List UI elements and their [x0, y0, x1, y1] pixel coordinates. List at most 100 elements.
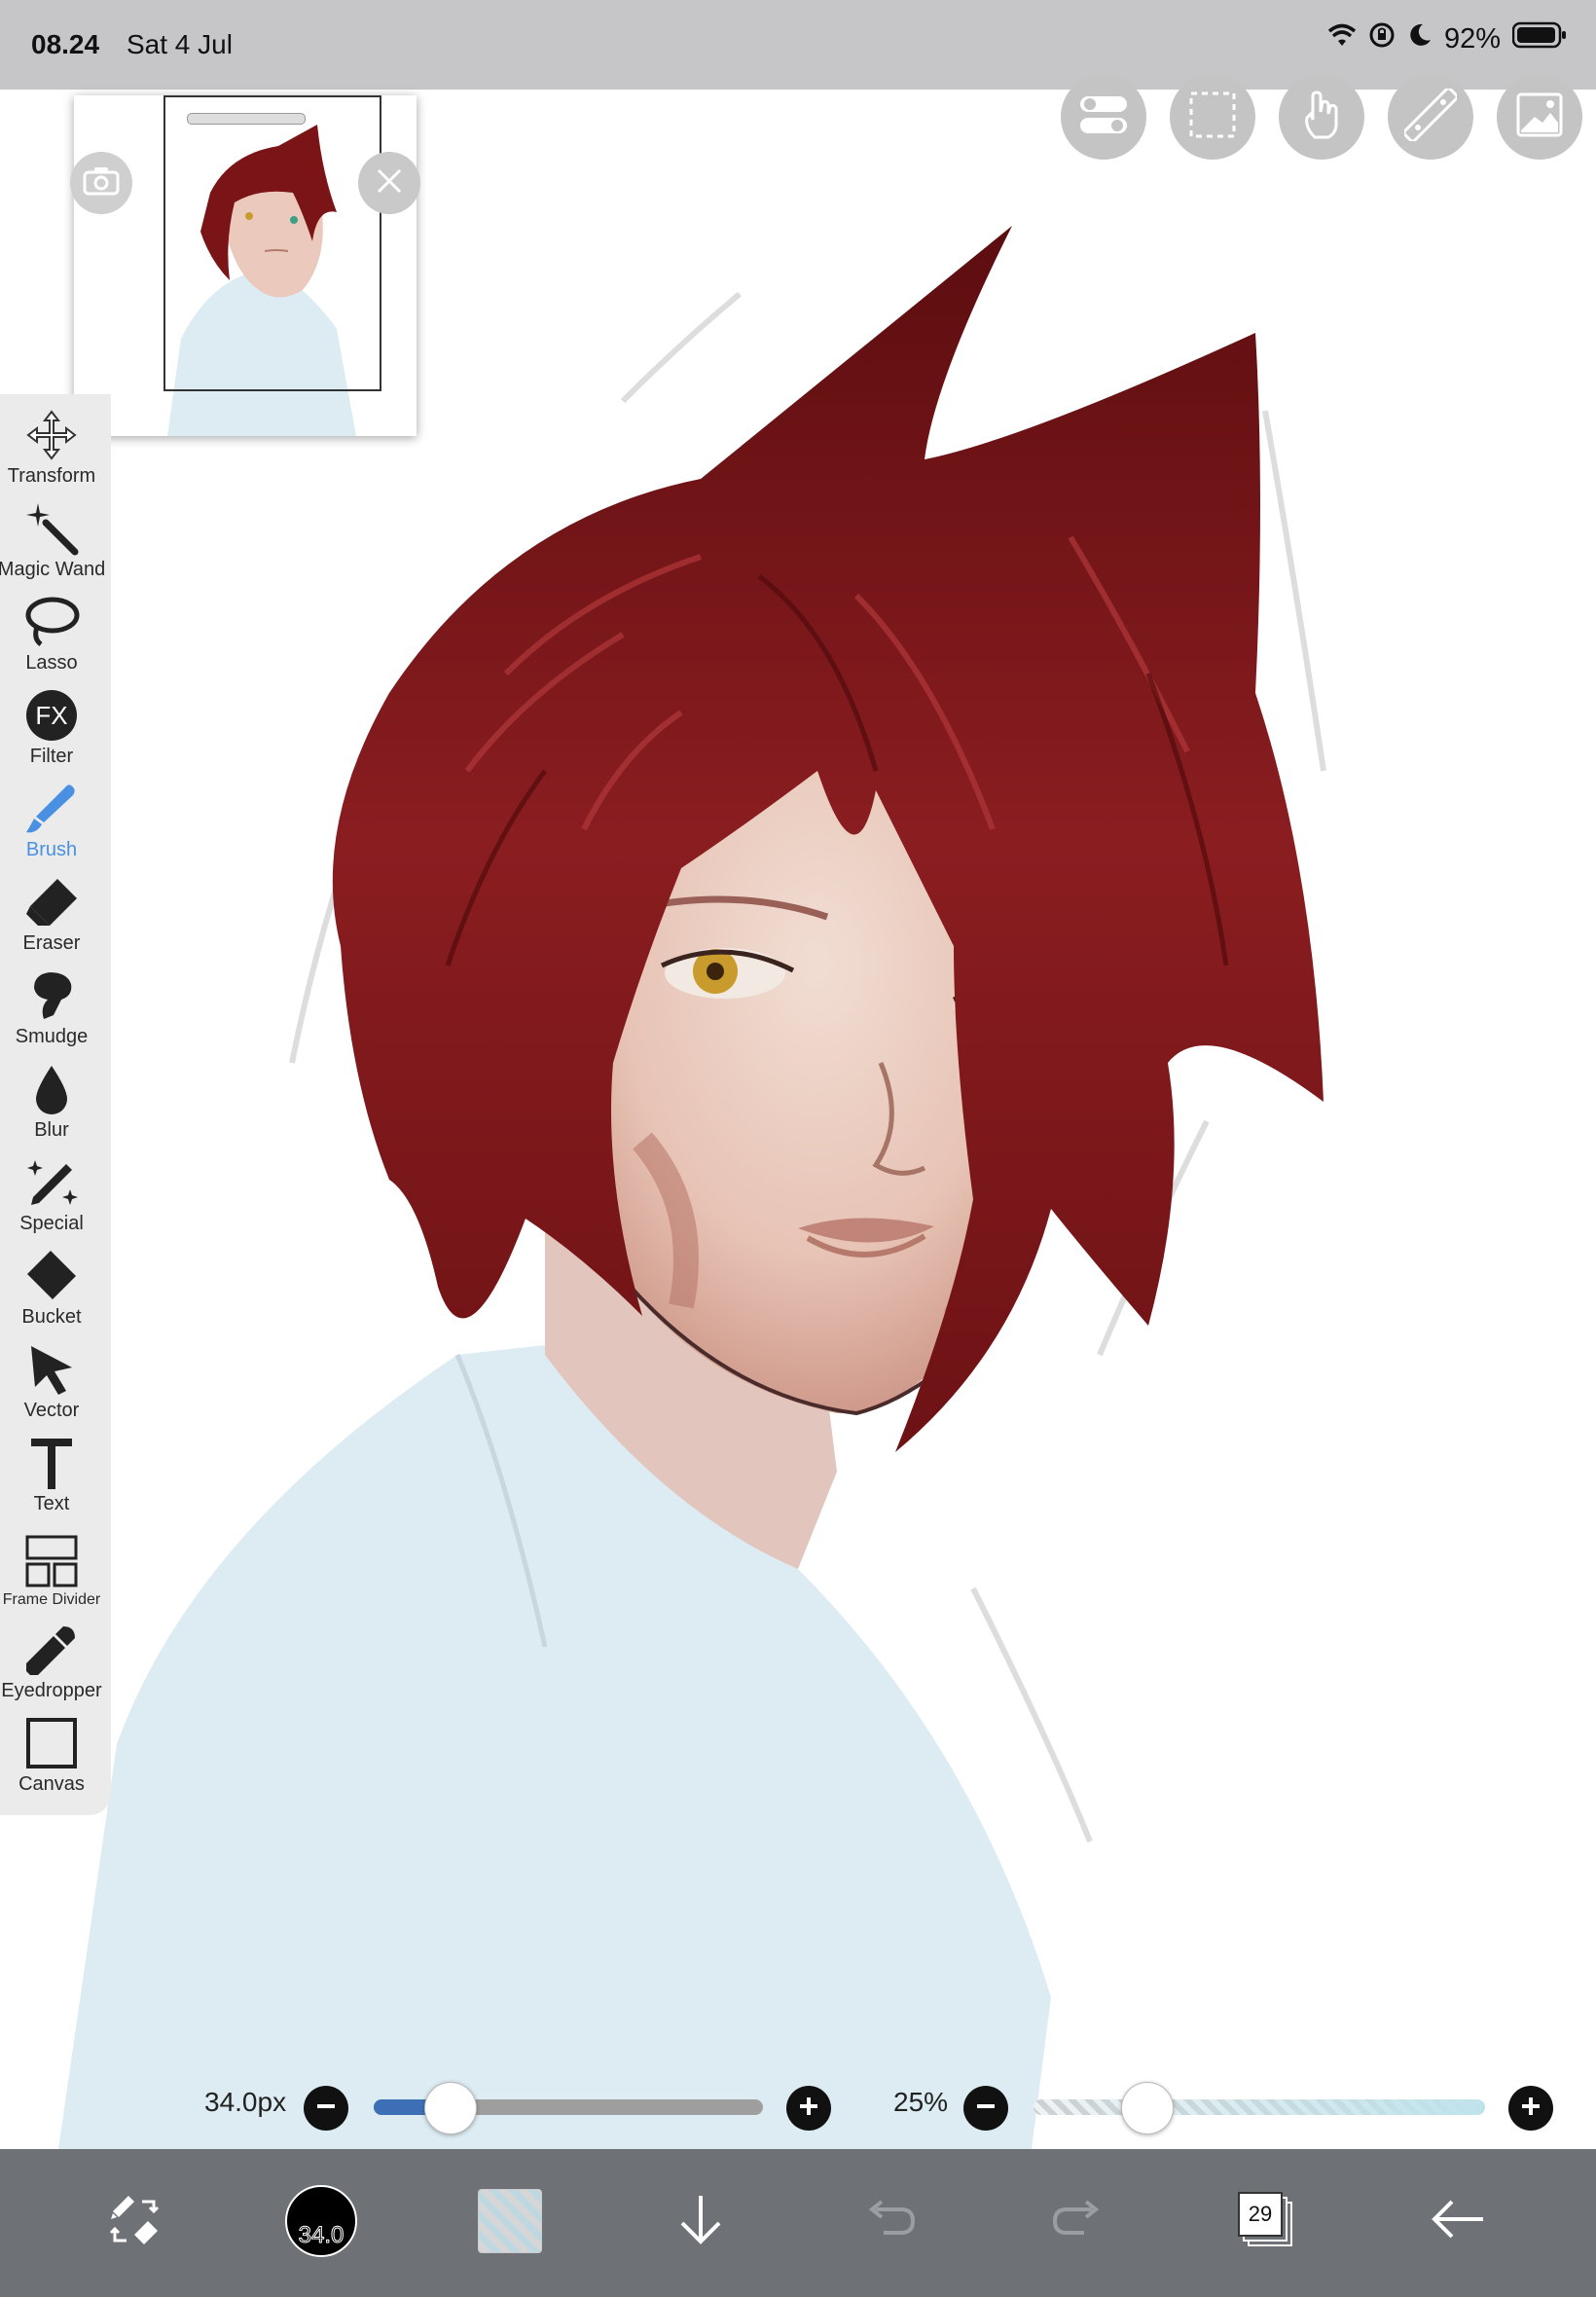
tool-smudge[interactable]: Smudge	[0, 955, 103, 1048]
tool-filter[interactable]: FX Filter	[0, 675, 103, 768]
minus-icon	[315, 2096, 337, 2122]
brush-size-decrease-button[interactable]	[304, 2086, 348, 2131]
tool-blur[interactable]: Blur	[0, 1048, 103, 1142]
tool-transform[interactable]: Transform	[0, 394, 103, 488]
minus-icon	[975, 2096, 997, 2122]
svg-text:FX: FX	[35, 701, 67, 730]
navigator-viewport-frame[interactable]	[163, 95, 381, 391]
toggle-settings-button[interactable]	[1061, 74, 1146, 160]
camera-icon	[83, 165, 120, 201]
selection-button[interactable]	[1170, 74, 1255, 160]
canvas-icon	[22, 1715, 81, 1771]
tool-label: Eyedropper	[1, 1680, 102, 1701]
dashed-selection-icon	[1188, 91, 1237, 144]
tool-frame-divider[interactable]: Frame Divider	[0, 1515, 103, 1609]
tool-special[interactable]: Special	[0, 1142, 103, 1235]
plus-icon	[798, 2096, 819, 2122]
opacity-slider[interactable]	[1034, 2099, 1485, 2115]
move-arrows-icon	[22, 407, 81, 463]
tool-label: Blur	[34, 1119, 69, 1141]
opacity-slider-gradient	[1034, 2099, 1485, 2115]
magic-wand-icon	[22, 500, 81, 557]
navigator-preview[interactable]	[70, 95, 420, 436]
tool-label: Bucket	[21, 1306, 82, 1328]
opacity-value: 25%	[893, 2087, 949, 2117]
arrow-down-icon	[676, 2192, 725, 2251]
status-time: 08.24	[31, 29, 100, 59]
navigator-drag-handle[interactable]	[187, 113, 306, 125]
opacity-slider-thumb[interactable]	[1121, 2082, 1174, 2134]
lasso-icon	[22, 594, 81, 650]
moon-icon	[1407, 22, 1433, 55]
image-icon	[1515, 91, 1564, 143]
undo-icon	[862, 2199, 917, 2243]
tool-eraser[interactable]: Eraser	[0, 861, 103, 955]
battery-icon	[1511, 21, 1567, 56]
brush-size-slider-thumb[interactable]	[424, 2082, 477, 2134]
tool-panel: Transform Magic Wand Lasso FX Filter Bru…	[0, 394, 111, 1815]
brush-material-button[interactable]	[461, 2172, 559, 2270]
arrow-left-icon	[1429, 2198, 1487, 2245]
tool-vector[interactable]: Vector	[0, 1329, 103, 1422]
navigator-close-button[interactable]	[358, 152, 420, 214]
tool-label: Vector	[23, 1400, 80, 1421]
status-right-group: 92%	[1327, 21, 1567, 56]
bucket-icon	[22, 1248, 81, 1304]
text-icon	[22, 1435, 81, 1491]
close-icon	[375, 166, 404, 201]
back-button[interactable]	[1409, 2172, 1506, 2270]
redo-icon	[1051, 2199, 1106, 2243]
tool-lasso[interactable]: Lasso	[0, 581, 103, 675]
ruler-icon	[1402, 86, 1459, 146]
brush-color-size-label: 34.0	[298, 2222, 345, 2249]
tool-label: Magic Wand	[0, 559, 106, 580]
brush-eraser-swap-icon	[107, 2192, 162, 2251]
brush-icon	[22, 781, 81, 837]
eyedropper-icon	[22, 1622, 81, 1678]
tool-label: Transform	[7, 465, 96, 487]
scroll-down-button[interactable]	[652, 2172, 749, 2270]
tool-label: Special	[19, 1213, 84, 1234]
opacity-control: 25%	[893, 2081, 948, 2124]
gesture-button[interactable]	[1279, 74, 1364, 160]
ruler-button[interactable]	[1388, 74, 1473, 160]
tool-label: Eraser	[22, 932, 81, 954]
orientation-lock-icon	[1368, 21, 1396, 56]
brush-color-button[interactable]: 34.0	[272, 2172, 370, 2270]
tool-label: Frame Divider	[2, 1591, 101, 1608]
tool-canvas[interactable]: Canvas	[0, 1702, 103, 1796]
redo-button[interactable]	[1030, 2172, 1127, 2270]
plus-icon	[1520, 2096, 1542, 2122]
brush-size-increase-button[interactable]	[786, 2086, 831, 2131]
brush-size-value: 34.0px	[204, 2087, 287, 2117]
brush-eraser-switch-button[interactable]	[86, 2172, 183, 2270]
frame-divider-icon	[22, 1533, 81, 1589]
tool-label: Filter	[29, 746, 74, 767]
opacity-decrease-button[interactable]	[963, 2086, 1008, 2131]
eraser-icon	[22, 874, 81, 930]
tool-label: Canvas	[18, 1773, 85, 1795]
sparkle-pen-icon	[22, 1154, 81, 1211]
tool-bucket[interactable]: Bucket	[0, 1235, 103, 1329]
undo-button[interactable]	[841, 2172, 938, 2270]
brush-size-control: 34.0px	[204, 2081, 286, 2124]
layers-count: 29	[1238, 2192, 1283, 2237]
battery-percentage: 92%	[1443, 22, 1501, 55]
layers-icon: 29	[1238, 2192, 1296, 2250]
material-button[interactable]	[1497, 74, 1582, 160]
tool-label: Text	[33, 1493, 70, 1514]
tool-magic-wand[interactable]: Magic Wand	[0, 488, 106, 581]
navigator-camera-button[interactable]	[70, 152, 132, 214]
hand-icon	[1297, 89, 1346, 146]
tool-text[interactable]: Text	[0, 1422, 103, 1515]
status-date: Sat 4 Jul	[127, 29, 233, 59]
tool-label: Lasso	[25, 652, 78, 674]
drop-icon	[22, 1061, 81, 1117]
tool-eyedropper[interactable]: Eyedropper	[0, 1609, 103, 1702]
status-bar: 08.24 Sat 4 Jul 92%	[0, 0, 1596, 90]
layers-button[interactable]: 29	[1218, 2172, 1316, 2270]
bottom-toolbar: 34.0 29	[0, 2149, 1596, 2297]
tool-brush[interactable]: Brush	[0, 768, 103, 861]
brush-material-preview	[478, 2189, 542, 2253]
opacity-increase-button[interactable]	[1508, 2086, 1553, 2131]
